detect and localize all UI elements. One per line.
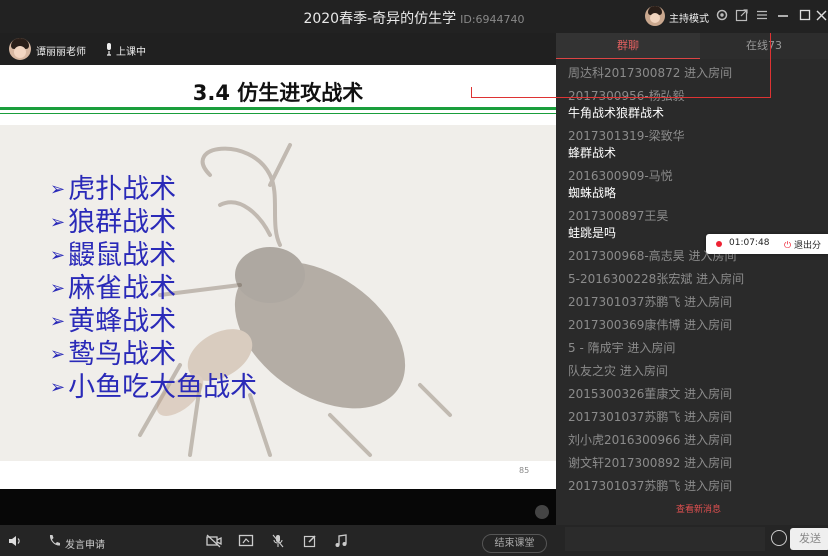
bullet-text: 麻雀战术 [68,273,177,304]
message-sender: 2016300909-马悦 [568,169,673,183]
recording-dot-icon [716,241,722,247]
teacher-header: 谭丽丽老师 上课中 [0,33,556,65]
arrow-icon: ➢ [50,278,66,299]
chat-message: 2017301319-梁致华 蜂群战术 [568,128,828,162]
class-status: 上课中 [116,47,146,58]
message-sender: 2017300956-杨弘毅 [568,89,685,103]
bullet-text: 鸷鸟战术 [68,339,177,370]
music-icon[interactable] [334,534,348,552]
join-notice: 5 - 隋成宇 进入房间 [568,341,676,355]
bullet-text: 狼群战术 [68,207,177,238]
speaker-icon[interactable] [8,534,22,552]
exit-recording-button[interactable]: ⏻ 退出分 [784,238,821,251]
bullet-text: 虎扑战术 [68,174,177,205]
menu-icon[interactable] [754,8,770,24]
bullet-text: 黄蜂战术 [68,306,177,337]
popout-icon[interactable] [734,8,750,24]
slide-page-number: 85 [519,466,530,475]
camera-off-icon[interactable] [206,534,222,552]
message-sender: 2017300897王昊 [568,209,669,223]
join-notice: 2017300369康伟博 进入房间 [568,318,733,332]
bullet-text: 鼹鼠战术 [68,240,177,271]
host-mode-label[interactable]: 主持模式 [669,10,709,25]
arrow-icon: ➢ [50,377,66,398]
chat-message: 2016300909-马悦 蜘蛛战略 [568,168,828,202]
message-text: 蜘蛛战略 [568,186,617,200]
minimize-icon[interactable] [775,8,791,24]
join-notice: 2015300326董康文 进入房间 [568,387,733,401]
message-sender: 2017301319-梁致华 [568,129,685,143]
chat-message: 2017300956-杨弘毅 牛角战术狼群战术 [568,88,828,122]
phone-icon[interactable] [47,534,61,552]
slide-bullet: ➢ 鼹鼠战术 [50,239,257,272]
edit-icon[interactable] [303,534,317,552]
recording-badge: 01:07:48 ⏻ 退出分 [706,234,828,254]
message-text: 蜂群战术 [568,146,617,160]
video-area [0,489,556,525]
send-button[interactable]: 发送 [790,528,828,550]
join-notice: 周达科2017300872 进入房间 [568,66,733,80]
teacher-avatar [9,38,31,60]
join-notice: 谢文轩2017300892 进入房间 [568,456,733,470]
screen-share-icon[interactable] [238,534,254,552]
join-notice: 2017301037苏鹏飞 进入房间 [568,479,733,493]
title-bar: 2020春季-奇异的仿生学 ID:6944740 主持模式 [0,0,828,33]
slide-bullet: ➢ 麻雀战术 [50,272,257,305]
join-notice: 2017301037苏鹏飞 进入房间 [568,295,733,309]
join-notice: 队友之灾 进入房间 [568,364,668,378]
end-class-button[interactable]: 结束课堂 [482,534,547,553]
join-notice: 刘小虎2016300966 进入房间 [568,433,733,447]
arrow-icon: ➢ [50,179,66,200]
message-text: 牛角战术狼群战术 [568,106,665,120]
slide-divider [0,107,556,110]
chat-message-list[interactable]: 周达科2017300872 进入房间 2017300956-杨弘毅 牛角战术狼群战术… [556,65,828,509]
join-notice: 5-2016300228张宏斌 进入房间 [568,272,745,286]
microphone-icon [104,41,114,56]
close-icon[interactable] [814,8,828,24]
join-notice: 2017301037苏鹏飞 进入房间 [568,410,733,424]
slide-bullet: ➢ 黄蜂战术 [50,305,257,338]
microphone-off-icon[interactable] [271,534,285,552]
view-new-messages-link[interactable]: 查看新消息 [676,502,721,515]
tab-online[interactable]: 在线73 [700,33,828,59]
presentation-slide: 3.4 仿生进攻战术 ➢ 虎扑战术 ➢ 狼群战术 ➢ 鼹鼠战术 ➢ 麻雀战术 ➢ 黄蜂战 [0,65,556,489]
slide-bullet: ➢ 小鱼吃大鱼战术 [50,371,257,404]
emoji-icon[interactable] [771,530,787,546]
chat-panel: 群聊 在线73 周达科2017300872 进入房间 2017300956-杨弘毅… [556,33,828,525]
chat-input[interactable] [565,527,765,551]
slide-title: 3.4 仿生进攻战术 [192,81,364,105]
host-avatar[interactable] [645,6,665,26]
tab-group-chat[interactable]: 群聊 [556,33,700,59]
slide-bullet-list: ➢ 虎扑战术 ➢ 狼群战术 ➢ 鼹鼠战术 ➢ 麻雀战术 ➢ 黄蜂战术 ➢ 鸷鸟战术 ➢ 小鱼吃… [50,173,257,404]
maximize-icon[interactable] [797,8,813,24]
arrow-icon: ➢ [50,212,66,233]
slide-bullet: ➢ 虎扑战术 [50,173,257,206]
exit-recording-label: 退出分 [794,241,822,251]
slide-bullet: ➢ 狼群战术 [50,206,257,239]
arrow-icon: ➢ [50,344,66,365]
settings-icon[interactable] [714,8,730,24]
course-title: 2020春季-奇异的仿生学 [303,11,457,27]
live-classroom-window: 2020春季-奇异的仿生学ID:6944740 主持模式 谭丽丽老师 上课中 [0,0,828,556]
slide-bullet: ➢ 鸷鸟战术 [50,338,257,371]
power-icon: ⏻ [784,241,792,251]
raise-hand-button[interactable]: 发言申请 [65,536,105,551]
teacher-name: 谭丽丽老师 [36,47,86,58]
arrow-icon: ➢ [50,311,66,332]
arrow-icon: ➢ [50,245,66,266]
bullet-text: 小鱼吃大鱼战术 [68,372,258,403]
room-id: ID:6944740 [460,13,525,26]
recording-time: 01:07:48 [729,238,770,248]
slide-divider-thin [0,113,556,114]
voice-icon[interactable] [535,505,549,519]
